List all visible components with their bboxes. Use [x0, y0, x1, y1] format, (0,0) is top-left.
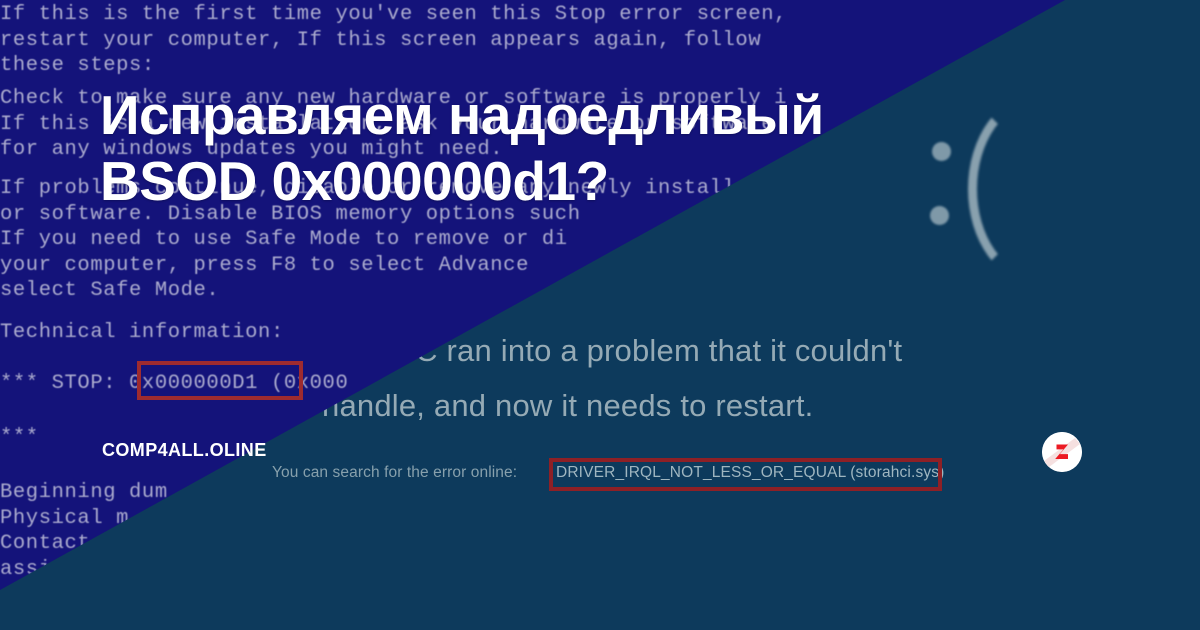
windowsxp-separator: ***	[0, 426, 39, 449]
windows10-message-line-2: handle, and now it needs to restart.	[322, 388, 814, 423]
yandex-zen-logo-icon[interactable]	[1042, 432, 1082, 472]
site-watermark: COMP4ALL.OLINE	[102, 440, 267, 460]
page-title-line-1: Исправляем надоедливый	[100, 84, 824, 146]
error-code-highlight-box	[549, 458, 942, 491]
page-title: Исправляем надоедливый BSOD 0x000000d1?	[100, 82, 1000, 214]
page-title-line-2: BSOD 0x000000d1?	[100, 150, 609, 212]
windowsxp-paragraph-1: If this is the first time you've seen th…	[0, 3, 788, 78]
windows10-search-hint: You can search for the error online:	[272, 464, 518, 481]
stop-code-highlight-box	[137, 361, 303, 400]
cover-image-canvas: Your PC ran into a problem that it could…	[0, 0, 1200, 630]
